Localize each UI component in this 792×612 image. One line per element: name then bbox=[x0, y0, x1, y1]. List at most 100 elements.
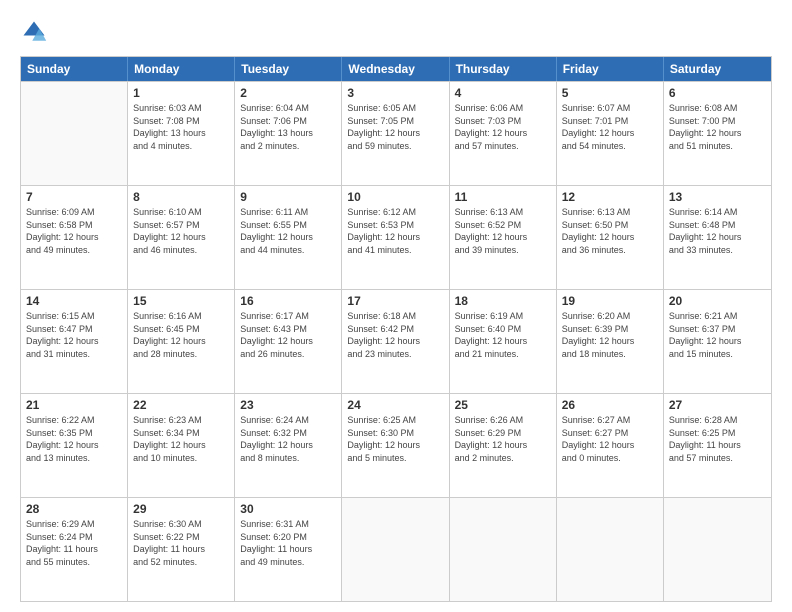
day-info: Sunrise: 6:13 AMSunset: 6:52 PMDaylight:… bbox=[455, 206, 551, 256]
day-number: 10 bbox=[347, 190, 443, 204]
page: SundayMondayTuesdayWednesdayThursdayFrid… bbox=[0, 0, 792, 612]
day-info: Sunrise: 6:24 AMSunset: 6:32 PMDaylight:… bbox=[240, 414, 336, 464]
day-info: Sunrise: 6:14 AMSunset: 6:48 PMDaylight:… bbox=[669, 206, 766, 256]
calendar-week-4: 21 Sunrise: 6:22 AMSunset: 6:35 PMDayligh… bbox=[21, 393, 771, 497]
day-info: Sunrise: 6:06 AMSunset: 7:03 PMDaylight:… bbox=[455, 102, 551, 152]
day-info: Sunrise: 6:19 AMSunset: 6:40 PMDaylight:… bbox=[455, 310, 551, 360]
day-cell-10: 10 Sunrise: 6:12 AMSunset: 6:53 PMDayligh… bbox=[342, 186, 449, 289]
day-cell-5: 5Sunrise: 6:07 AMSunset: 7:01 PMDaylight… bbox=[557, 82, 664, 185]
day-cell-26: 26 Sunrise: 6:27 AMSunset: 6:27 PMDayligh… bbox=[557, 394, 664, 497]
day-cell-23: 23 Sunrise: 6:24 AMSunset: 6:32 PMDayligh… bbox=[235, 394, 342, 497]
day-number: 25 bbox=[455, 398, 551, 412]
day-cell-20: 20 Sunrise: 6:21 AMSunset: 6:37 PMDayligh… bbox=[664, 290, 771, 393]
day-number: 11 bbox=[455, 190, 551, 204]
day-cell-25: 25 Sunrise: 6:26 AMSunset: 6:29 PMDayligh… bbox=[450, 394, 557, 497]
day-number: 21 bbox=[26, 398, 122, 412]
day-info: Sunrise: 6:25 AMSunset: 6:30 PMDaylight:… bbox=[347, 414, 443, 464]
calendar-week-5: 28 Sunrise: 6:29 AMSunset: 6:24 PMDayligh… bbox=[21, 497, 771, 601]
day-cell-24: 24 Sunrise: 6:25 AMSunset: 6:30 PMDayligh… bbox=[342, 394, 449, 497]
day-number: 20 bbox=[669, 294, 766, 308]
day-info: Sunrise: 6:30 AMSunset: 6:22 PMDaylight:… bbox=[133, 518, 229, 568]
day-info: Sunrise: 6:18 AMSunset: 6:42 PMDaylight:… bbox=[347, 310, 443, 360]
day-number: 29 bbox=[133, 502, 229, 516]
day-cell-12: 12 Sunrise: 6:13 AMSunset: 6:50 PMDayligh… bbox=[557, 186, 664, 289]
day-number: 22 bbox=[133, 398, 229, 412]
empty-cell bbox=[342, 498, 449, 601]
day-number: 8 bbox=[133, 190, 229, 204]
day-number: 7 bbox=[26, 190, 122, 204]
day-cell-11: 11 Sunrise: 6:13 AMSunset: 6:52 PMDayligh… bbox=[450, 186, 557, 289]
header bbox=[20, 18, 772, 46]
day-number: 4 bbox=[455, 86, 551, 100]
day-number: 23 bbox=[240, 398, 336, 412]
calendar: SundayMondayTuesdayWednesdayThursdayFrid… bbox=[20, 56, 772, 602]
day-info: Sunrise: 6:15 AMSunset: 6:47 PMDaylight:… bbox=[26, 310, 122, 360]
day-info: Sunrise: 6:26 AMSunset: 6:29 PMDaylight:… bbox=[455, 414, 551, 464]
calendar-week-2: 7 Sunrise: 6:09 AMSunset: 6:58 PMDaylight… bbox=[21, 185, 771, 289]
day-number: 3 bbox=[347, 86, 443, 100]
calendar-header: SundayMondayTuesdayWednesdayThursdayFrid… bbox=[21, 57, 771, 81]
day-number: 1 bbox=[133, 86, 229, 100]
day-number: 15 bbox=[133, 294, 229, 308]
day-number: 27 bbox=[669, 398, 766, 412]
day-info: Sunrise: 6:05 AMSunset: 7:05 PMDaylight:… bbox=[347, 102, 443, 152]
day-info: Sunrise: 6:28 AMSunset: 6:25 PMDaylight:… bbox=[669, 414, 766, 464]
day-info: Sunrise: 6:29 AMSunset: 6:24 PMDaylight:… bbox=[26, 518, 122, 568]
day-cell-1: 1 Sunrise: 6:03 AMSunset: 7:08 PMDaylight… bbox=[128, 82, 235, 185]
day-number: 13 bbox=[669, 190, 766, 204]
empty-cell bbox=[21, 82, 128, 185]
day-info: Sunrise: 6:22 AMSunset: 6:35 PMDaylight:… bbox=[26, 414, 122, 464]
day-cell-4: 4 Sunrise: 6:06 AMSunset: 7:03 PMDaylight… bbox=[450, 82, 557, 185]
day-cell-28: 28 Sunrise: 6:29 AMSunset: 6:24 PMDayligh… bbox=[21, 498, 128, 601]
day-number: 17 bbox=[347, 294, 443, 308]
day-number: 2 bbox=[240, 86, 336, 100]
day-number: 9 bbox=[240, 190, 336, 204]
day-info: Sunrise: 6:13 AMSunset: 6:50 PMDaylight:… bbox=[562, 206, 658, 256]
day-cell-15: 15 Sunrise: 6:16 AMSunset: 6:45 PMDayligh… bbox=[128, 290, 235, 393]
day-number: 28 bbox=[26, 502, 122, 516]
day-number: 24 bbox=[347, 398, 443, 412]
header-day-sunday: Sunday bbox=[21, 57, 128, 81]
day-number: 12 bbox=[562, 190, 658, 204]
header-day-friday: Friday bbox=[557, 57, 664, 81]
day-info: Sunrise: 6:23 AMSunset: 6:34 PMDaylight:… bbox=[133, 414, 229, 464]
day-cell-21: 21 Sunrise: 6:22 AMSunset: 6:35 PMDayligh… bbox=[21, 394, 128, 497]
logo-icon bbox=[20, 18, 48, 46]
calendar-week-1: 1 Sunrise: 6:03 AMSunset: 7:08 PMDaylight… bbox=[21, 81, 771, 185]
day-number: 30 bbox=[240, 502, 336, 516]
day-cell-14: 14 Sunrise: 6:15 AMSunset: 6:47 PMDayligh… bbox=[21, 290, 128, 393]
header-day-wednesday: Wednesday bbox=[342, 57, 449, 81]
day-info: Sunrise: 6:03 AMSunset: 7:08 PMDaylight:… bbox=[133, 102, 229, 152]
header-day-monday: Monday bbox=[128, 57, 235, 81]
day-cell-9: 9Sunrise: 6:11 AMSunset: 6:55 PMDaylight… bbox=[235, 186, 342, 289]
day-cell-27: 27 Sunrise: 6:28 AMSunset: 6:25 PMDayligh… bbox=[664, 394, 771, 497]
day-info: Sunrise: 6:27 AMSunset: 6:27 PMDaylight:… bbox=[562, 414, 658, 464]
day-info: Sunrise: 6:04 AMSunset: 7:06 PMDaylight:… bbox=[240, 102, 336, 152]
day-info: Sunrise: 6:31 AMSunset: 6:20 PMDaylight:… bbox=[240, 518, 336, 568]
day-info: Sunrise: 6:21 AMSunset: 6:37 PMDaylight:… bbox=[669, 310, 766, 360]
day-info: Sunrise: 6:08 AMSunset: 7:00 PMDaylight:… bbox=[669, 102, 766, 152]
empty-cell bbox=[664, 498, 771, 601]
day-info: Sunrise: 6:10 AMSunset: 6:57 PMDaylight:… bbox=[133, 206, 229, 256]
header-day-saturday: Saturday bbox=[664, 57, 771, 81]
day-number: 26 bbox=[562, 398, 658, 412]
empty-cell bbox=[557, 498, 664, 601]
day-cell-7: 7 Sunrise: 6:09 AMSunset: 6:58 PMDaylight… bbox=[21, 186, 128, 289]
day-number: 14 bbox=[26, 294, 122, 308]
day-info: Sunrise: 6:16 AMSunset: 6:45 PMDaylight:… bbox=[133, 310, 229, 360]
day-cell-6: 6 Sunrise: 6:08 AMSunset: 7:00 PMDaylight… bbox=[664, 82, 771, 185]
day-cell-3: 3 Sunrise: 6:05 AMSunset: 7:05 PMDaylight… bbox=[342, 82, 449, 185]
day-number: 18 bbox=[455, 294, 551, 308]
calendar-week-3: 14 Sunrise: 6:15 AMSunset: 6:47 PMDayligh… bbox=[21, 289, 771, 393]
header-day-tuesday: Tuesday bbox=[235, 57, 342, 81]
day-cell-29: 29 Sunrise: 6:30 AMSunset: 6:22 PMDayligh… bbox=[128, 498, 235, 601]
day-cell-30: 30 Sunrise: 6:31 AMSunset: 6:20 PMDayligh… bbox=[235, 498, 342, 601]
day-cell-8: 8 Sunrise: 6:10 AMSunset: 6:57 PMDaylight… bbox=[128, 186, 235, 289]
day-info: Sunrise: 6:09 AMSunset: 6:58 PMDaylight:… bbox=[26, 206, 122, 256]
day-cell-19: 19Sunrise: 6:20 AMSunset: 6:39 PMDayligh… bbox=[557, 290, 664, 393]
day-info: Sunrise: 6:07 AMSunset: 7:01 PMDaylight:… bbox=[562, 102, 658, 152]
day-info: Sunrise: 6:12 AMSunset: 6:53 PMDaylight:… bbox=[347, 206, 443, 256]
day-cell-13: 13 Sunrise: 6:14 AMSunset: 6:48 PMDayligh… bbox=[664, 186, 771, 289]
header-day-thursday: Thursday bbox=[450, 57, 557, 81]
day-number: 6 bbox=[669, 86, 766, 100]
